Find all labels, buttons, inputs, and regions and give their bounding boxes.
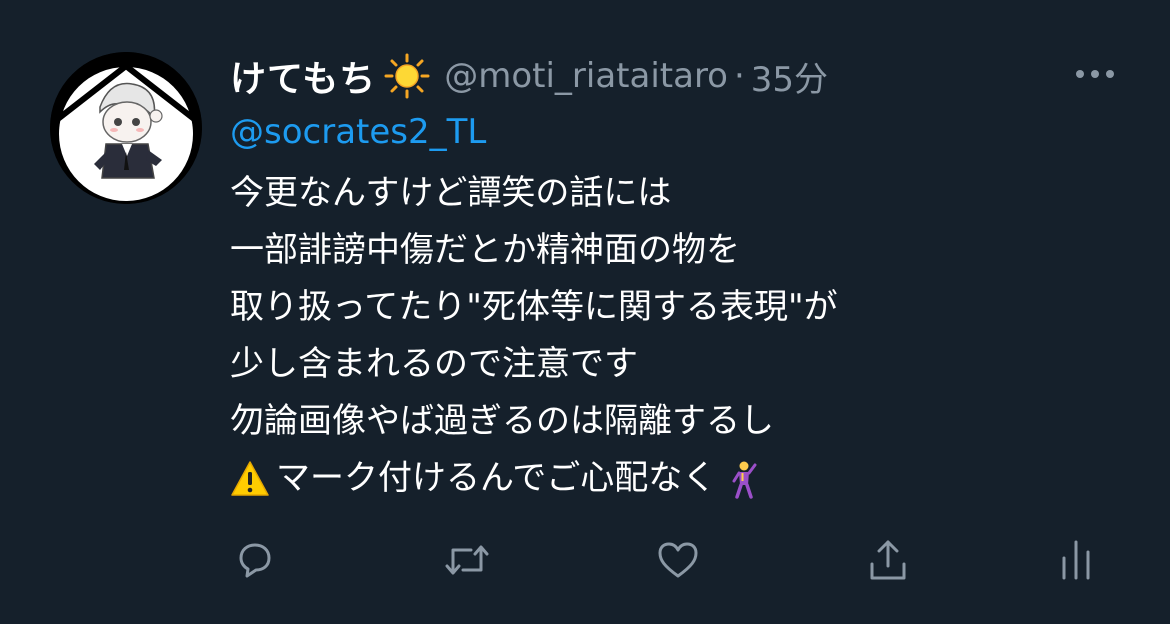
tweet-line-6-text: マーク付けるんでご心配なく [276,458,717,498]
separator-dot: · [733,56,745,96]
display-name[interactable]: けてもち [230,50,376,102]
retweet-icon[interactable] [437,530,497,590]
timestamp[interactable]: 35分 [751,52,828,101]
tweet-body: 今更なんすけど譚笑の話には 一部誹謗中傷だとか精神面の物を 取り扱ってたり"死体… [230,165,1130,507]
reply-icon[interactable] [225,530,285,590]
tweet-header: けてもち @moti_riataitaro · 35分 [230,52,828,100]
analytics-icon[interactable] [1046,530,1106,590]
share-icon[interactable] [858,530,918,590]
heart-icon[interactable] [648,530,708,590]
tweet-line-6: マーク付けるんでご心配なく [230,450,1130,507]
tweet-line-3: 取り扱ってたり"死体等に関する表現"が [230,287,838,327]
avatar-illustration [50,52,202,204]
tweet-line-1: 今更なんすけど譚笑の話には [230,173,672,213]
tweet-line-5: 勿論画像やば過ぎるのは隔離するし [230,401,774,441]
more-options-icon[interactable] [1070,62,1120,86]
tweet-line-2: 一部誹謗中傷だとか精神面の物を [230,230,740,270]
tweet-actions [0,530,1170,590]
dancer-icon [724,459,764,499]
tweet: けてもち @moti_riataitaro · 35分 @socrates2_T… [0,0,1170,624]
user-handle[interactable]: @moti_riataitaro [444,56,728,96]
sun-icon [384,53,430,99]
warning-icon [230,459,270,499]
avatar[interactable] [50,52,202,204]
reply-to-mention[interactable]: @socrates2_TL [230,112,486,152]
tweet-line-4: 少し含まれるので注意です [230,344,638,384]
